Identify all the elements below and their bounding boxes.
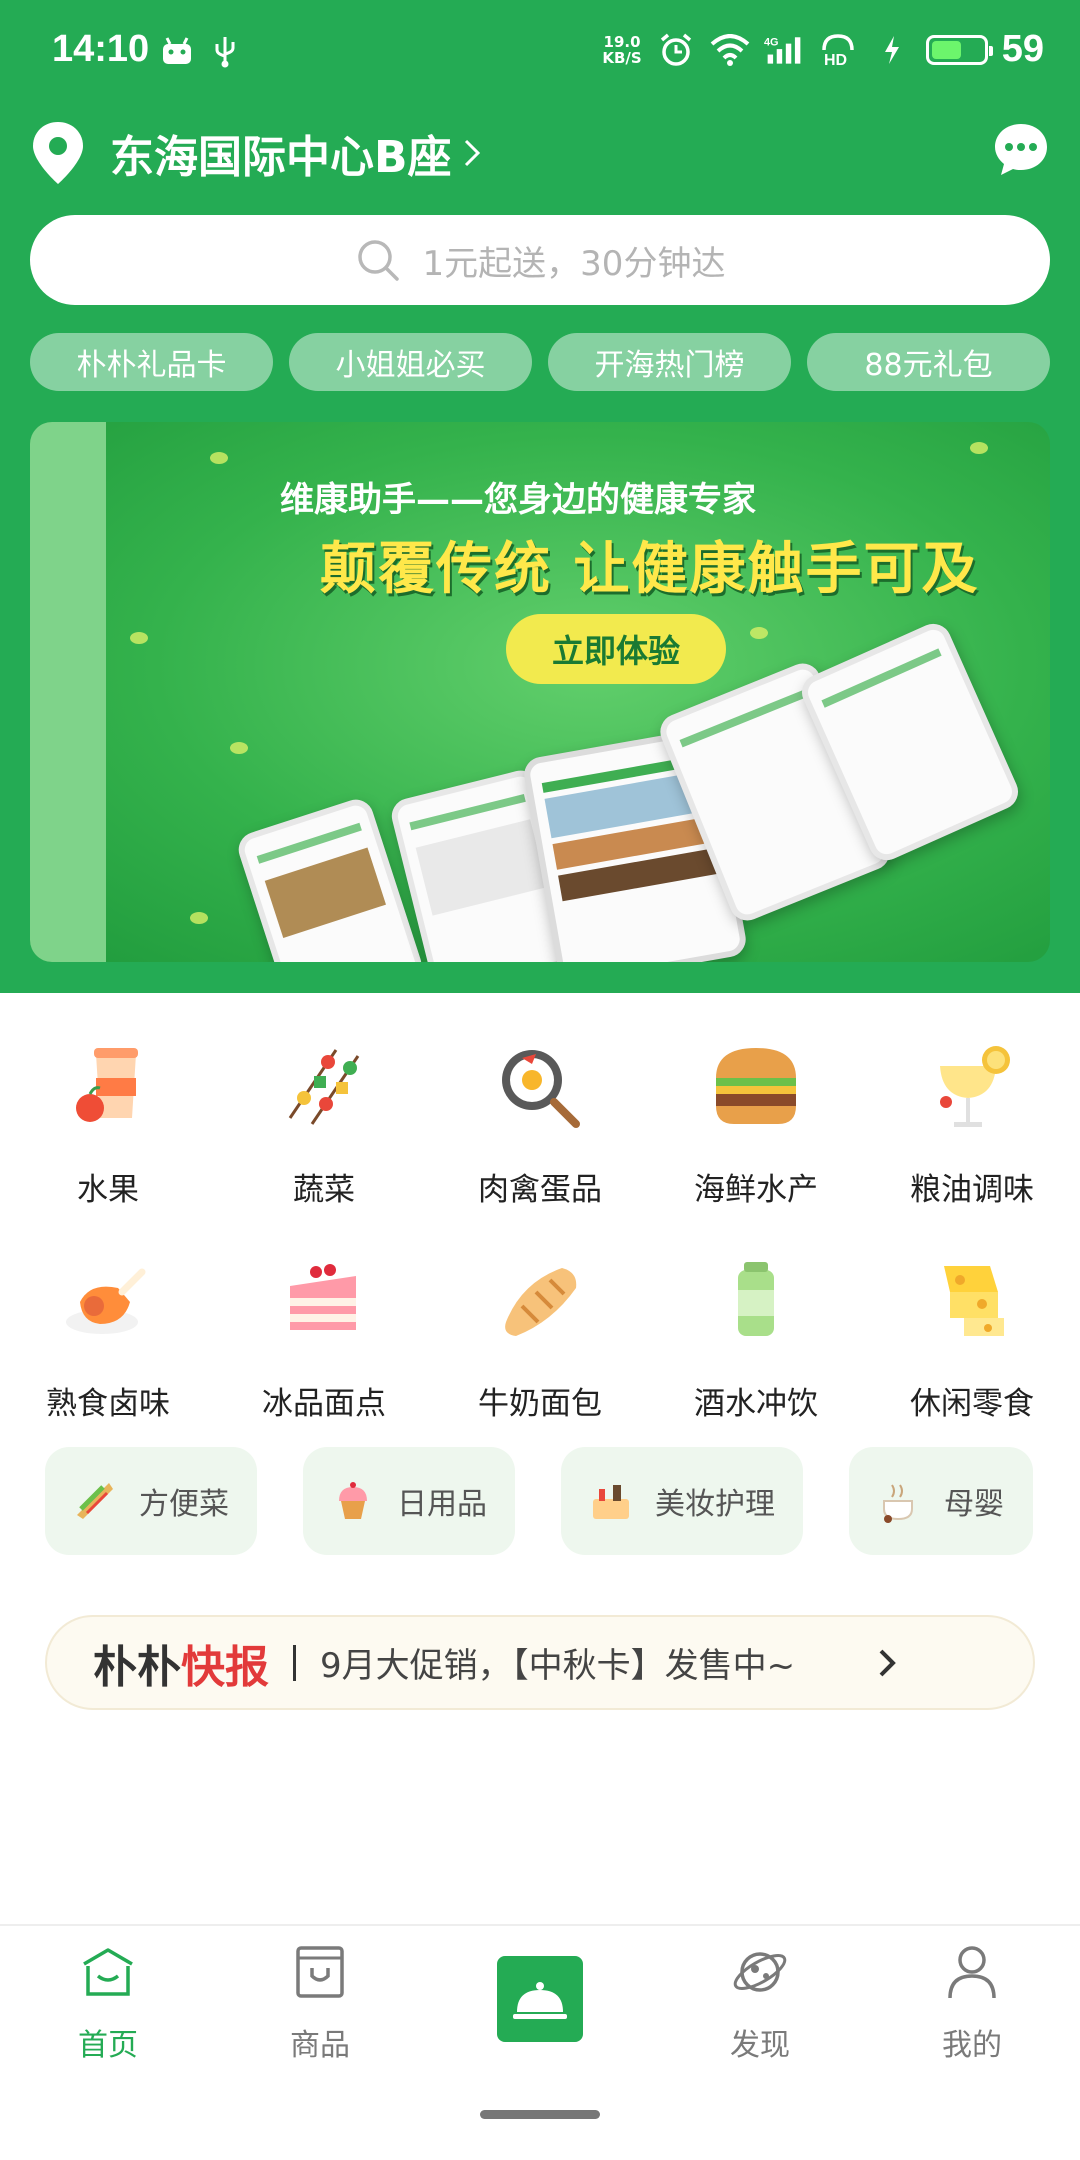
news-divider	[293, 1644, 296, 1681]
category-item[interactable]: 粮油调味	[864, 1038, 1080, 1209]
nav-mine[interactable]: 我的	[902, 1942, 1042, 2064]
home-indicator	[480, 2110, 600, 2119]
news-brand-highlight: 快报	[181, 1641, 269, 1693]
banner-edge	[30, 422, 106, 962]
battery-icon	[925, 34, 993, 65]
bag-icon	[296, 1946, 344, 1998]
pill-mother-baby[interactable]: 母婴	[849, 1447, 1033, 1555]
status-right-icons: 19.0 KB/S 4G HD 59	[602, 28, 1044, 71]
tag-ladies-must-buy[interactable]: 小姐姐必买	[289, 333, 532, 391]
category-item[interactable]: 牛奶面包	[432, 1252, 648, 1423]
banner-title: 颠覆传统 让健康触手可及	[320, 537, 980, 602]
cake-icon	[290, 1264, 356, 1330]
location-pin-icon	[33, 122, 83, 184]
promo-banner[interactable]: 维康助手——您身边的健康专家 颠覆传统 让健康触手可及 立即体验	[30, 422, 1050, 962]
status-left-icons	[160, 34, 238, 68]
planet-icon	[733, 1952, 787, 1992]
news-brand: 朴朴	[93, 1641, 181, 1693]
wifi-icon	[710, 32, 750, 68]
svg-text:HD: HD	[824, 52, 847, 68]
battery-level: 59	[1001, 28, 1044, 70]
nav-center-button[interactable]	[497, 1956, 583, 2042]
search-icon	[357, 240, 399, 281]
quick-tags: 朴朴礼品卡 小姐姐必买 开海热门榜 88元礼包	[30, 333, 1050, 391]
tag-gift-card[interactable]: 朴朴礼品卡	[30, 333, 273, 391]
status-bar: 14:10 19.0 KB/S 4G HD 59	[0, 0, 1080, 108]
news-ticker[interactable]: 朴朴 快报 9月大促销，【中秋卡】发售中~	[45, 1615, 1035, 1710]
chevron-right-icon	[464, 139, 480, 167]
fried-egg-pan-icon	[502, 1050, 580, 1128]
pill-daily-goods[interactable]: 日用品	[303, 1447, 515, 1555]
cupcake-icon	[339, 1482, 367, 1519]
category-item[interactable]: 休闲零食	[864, 1252, 1080, 1423]
pill-convenience-food[interactable]: 方便菜	[45, 1447, 257, 1555]
burger-icon	[716, 1048, 796, 1124]
cocktail-icon	[940, 1046, 1010, 1127]
category-item[interactable]: 熟食卤味	[0, 1252, 216, 1423]
fruit-icon	[76, 1048, 138, 1122]
cheese-icon	[944, 1266, 1004, 1336]
nav-products[interactable]: 商品	[250, 1942, 390, 2064]
alarm-icon	[656, 32, 696, 68]
location-row[interactable]: 东海国际中心B座	[30, 118, 1050, 188]
nav-home[interactable]: 首页	[38, 1942, 178, 2064]
bottom-navigation: 首页 商品 发现 我的	[0, 1924, 1080, 2160]
category-item[interactable]: 肉禽蛋品	[432, 1038, 648, 1209]
status-time: 14:10	[52, 28, 150, 70]
banner-try-button[interactable]: 立即体验	[506, 614, 726, 684]
search-input[interactable]: 1元起送，30分钟达	[30, 215, 1050, 305]
charging-icon	[872, 32, 912, 68]
nav-discover[interactable]: 发现	[690, 1942, 830, 2064]
roast-chicken-icon	[66, 1268, 146, 1334]
usb-icon	[215, 37, 235, 68]
search-placeholder: 1元起送，30分钟达	[422, 243, 726, 284]
croissant-icon	[505, 1268, 577, 1336]
drink-can-icon	[738, 1262, 774, 1336]
cosmetics-icon	[593, 1485, 629, 1519]
svg-text:4G: 4G	[764, 36, 779, 48]
message-icon[interactable]	[992, 120, 1050, 178]
tag-gift-pack[interactable]: 88元礼包	[807, 333, 1050, 391]
news-text: 9月大促销，【中秋卡】发售中~	[320, 1646, 796, 1686]
home-icon	[83, 1948, 133, 1996]
net-speed: 19.0 KB/S	[602, 32, 642, 67]
user-icon	[948, 1946, 996, 1999]
coffee-icon	[883, 1484, 913, 1523]
location-label: 东海国际中心B座	[110, 132, 452, 183]
vegetable-skewer-icon	[288, 1049, 360, 1125]
category-item[interactable]: 海鲜水产	[648, 1038, 864, 1209]
pill-beauty-care[interactable]: 美妆护理	[561, 1447, 803, 1555]
chevron-right-icon	[879, 1649, 896, 1676]
banner-subtitle: 维康助手——您身边的健康专家	[280, 480, 756, 520]
category-item[interactable]: 酒水冲饮	[648, 1252, 864, 1423]
tag-hot-seafood[interactable]: 开海热门榜	[548, 333, 791, 391]
hd-call-icon: HD	[818, 32, 858, 68]
signal-4g-icon: 4G	[764, 32, 804, 68]
category-item[interactable]: 蔬菜	[216, 1038, 432, 1209]
category-item[interactable]: 冰品面点	[216, 1252, 432, 1423]
android-icon	[163, 37, 191, 64]
sub-category-pills: 方便菜 日用品 美妆护理 母婴	[45, 1447, 1080, 1555]
category-item[interactable]: 水果	[0, 1038, 216, 1209]
sandwich-icon	[77, 1483, 113, 1519]
food-cloche-icon	[509, 1968, 571, 2030]
